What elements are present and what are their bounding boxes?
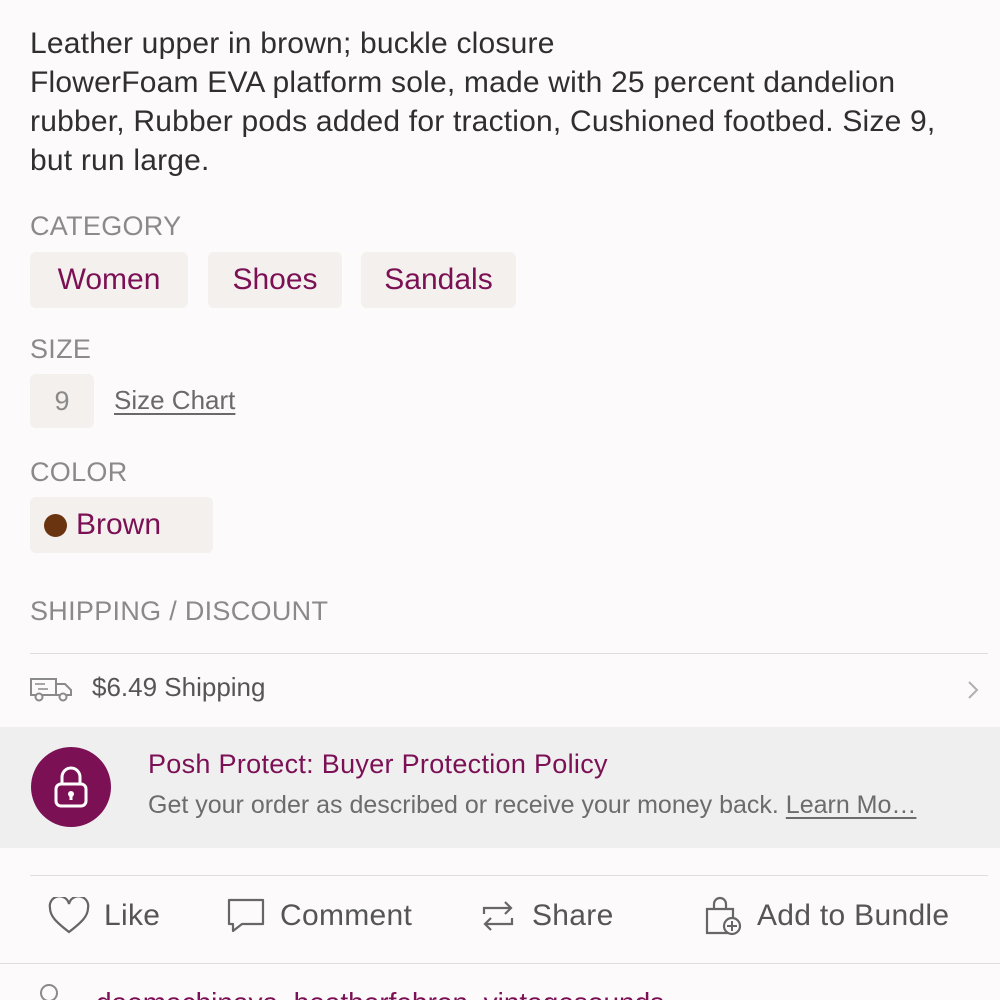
shipping-price: $6.49 Shipping <box>92 672 266 702</box>
liked-by-row[interactable]: daemachinaya, heatherfebron, vintagesoun… <box>0 965 1000 1000</box>
size-value: 9 <box>30 374 94 428</box>
bundle-bag-icon <box>705 896 742 936</box>
color-swatch <box>44 513 67 537</box>
size-value-text: 9 <box>54 385 70 416</box>
truck-icon <box>30 678 72 702</box>
color-chip-brown[interactable]: Brown <box>30 497 213 553</box>
action-bar: Like Comment Share Add to Bundle <box>0 876 1000 964</box>
color-label: COLOR <box>30 457 128 487</box>
protect-title: Posh Protect: Buyer Protection Policy <box>148 749 608 779</box>
category-chip-women[interactable]: Women <box>30 252 188 308</box>
like-label: Like <box>104 899 161 932</box>
divider <box>30 653 988 654</box>
size-chart-link[interactable]: Size Chart <box>114 385 235 416</box>
liked-by-names: daemachinaya, heatherfebron, vintagesoun… <box>96 987 664 1000</box>
comment-button[interactable]: Comment <box>226 894 412 938</box>
like-button[interactable]: Like <box>48 894 160 938</box>
share-icon <box>482 901 514 931</box>
share-label: Share <box>532 899 614 932</box>
protect-subtitle-text: Get your order as described or receive y… <box>148 791 786 819</box>
divider <box>0 963 1000 964</box>
lock-badge <box>31 747 111 827</box>
posh-protect-banner[interactable]: Posh Protect: Buyer Protection Policy Ge… <box>0 727 1000 848</box>
color-name: Brown <box>76 508 162 541</box>
listing-description: Leather upper in brown; buckle closure F… <box>30 27 936 177</box>
shipping-row[interactable]: $6.49 Shipping <box>0 655 1000 725</box>
size-label: SIZE <box>30 334 92 364</box>
category-label: CATEGORY <box>30 211 182 241</box>
person-icon <box>40 984 58 1000</box>
category-chip-sandals[interactable]: Sandals <box>361 252 516 308</box>
comment-icon <box>227 898 265 933</box>
share-button[interactable]: Share <box>478 894 614 938</box>
bundle-label: Add to Bundle <box>757 899 950 932</box>
category-chip-shoes[interactable]: Shoes <box>208 252 342 308</box>
protect-subtitle: Get your order as described or receive y… <box>148 791 988 820</box>
heart-icon <box>48 897 90 934</box>
lock-icon <box>54 766 88 808</box>
comment-label: Comment <box>280 899 413 932</box>
add-to-bundle-button[interactable]: Add to Bundle <box>703 894 949 938</box>
chevron-right-icon <box>968 681 979 699</box>
learn-more-link[interactable]: Learn Mo… <box>786 791 917 819</box>
shipping-discount-label: SHIPPING / DISCOUNT <box>30 596 329 626</box>
